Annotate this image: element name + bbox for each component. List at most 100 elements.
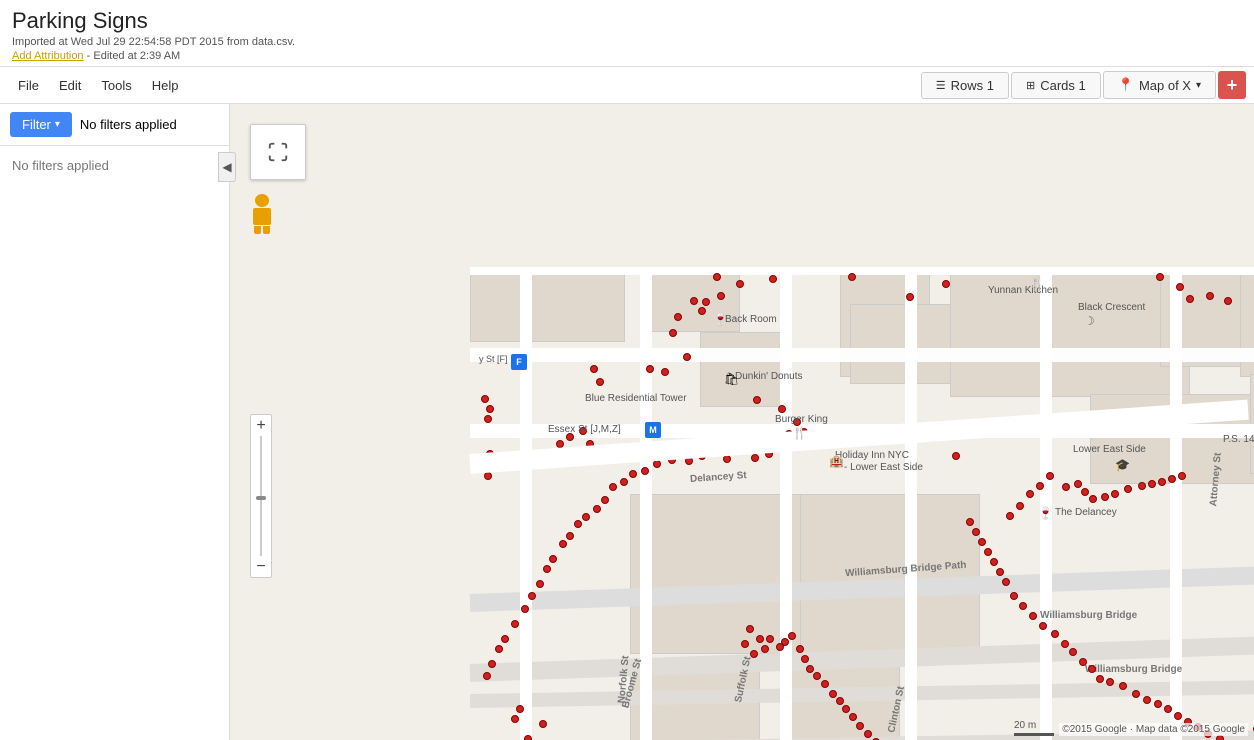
parking-sign-marker[interactable]: [501, 635, 509, 643]
parking-sign-marker[interactable]: [1046, 472, 1054, 480]
parking-sign-marker[interactable]: [1224, 297, 1232, 305]
pegman[interactable]: [250, 194, 274, 234]
parking-sign-marker[interactable]: [1006, 512, 1014, 520]
parking-sign-marker[interactable]: [1154, 700, 1162, 708]
parking-sign-marker[interactable]: [848, 273, 856, 281]
collapse-sidebar-button[interactable]: ◀: [218, 152, 236, 182]
parking-sign-marker[interactable]: [1174, 712, 1182, 720]
parking-sign-marker[interactable]: [609, 483, 617, 491]
parking-sign-marker[interactable]: [1176, 283, 1184, 291]
parking-sign-marker[interactable]: [778, 405, 786, 413]
parking-sign-marker[interactable]: [984, 548, 992, 556]
parking-sign-marker[interactable]: [1132, 690, 1140, 698]
parking-sign-marker[interactable]: [1178, 472, 1186, 480]
parking-sign-marker[interactable]: [952, 452, 960, 460]
parking-sign-marker[interactable]: [484, 472, 492, 480]
parking-sign-marker[interactable]: [483, 672, 491, 680]
parking-sign-marker[interactable]: [559, 540, 567, 548]
parking-sign-marker[interactable]: [674, 313, 682, 321]
parking-sign-marker[interactable]: [821, 680, 829, 688]
parking-sign-marker[interactable]: [511, 620, 519, 628]
parking-sign-marker[interactable]: [766, 635, 774, 643]
parking-sign-marker[interactable]: [1138, 482, 1146, 490]
parking-sign-marker[interactable]: [481, 395, 489, 403]
parking-sign-marker[interactable]: [702, 298, 710, 306]
parking-sign-marker[interactable]: [736, 280, 744, 288]
parking-sign-marker[interactable]: [593, 505, 601, 513]
parking-sign-marker[interactable]: [690, 297, 698, 305]
parking-sign-marker[interactable]: [1081, 488, 1089, 496]
tab-rows[interactable]: ☰ Rows 1: [921, 72, 1009, 99]
parking-sign-marker[interactable]: [1119, 682, 1127, 690]
parking-sign-marker[interactable]: [801, 655, 809, 663]
parking-sign-marker[interactable]: [1156, 273, 1164, 281]
add-attribution-link[interactable]: Add Attribution: [12, 50, 84, 62]
parking-sign-marker[interactable]: [1106, 678, 1114, 686]
parking-sign-marker[interactable]: [1074, 480, 1082, 488]
parking-sign-marker[interactable]: [539, 720, 547, 728]
parking-sign-marker[interactable]: [582, 513, 590, 521]
menu-file[interactable]: File: [8, 74, 49, 97]
parking-sign-marker[interactable]: [1010, 592, 1018, 600]
parking-sign-marker[interactable]: [751, 454, 759, 462]
parking-sign-marker[interactable]: [966, 518, 974, 526]
parking-sign-marker[interactable]: [1069, 648, 1077, 656]
parking-sign-marker[interactable]: [842, 705, 850, 713]
parking-sign-marker[interactable]: [1039, 622, 1047, 630]
parking-sign-marker[interactable]: [761, 645, 769, 653]
parking-sign-marker[interactable]: [713, 273, 721, 281]
parking-sign-marker[interactable]: [1124, 485, 1132, 493]
parking-sign-marker[interactable]: [620, 478, 628, 486]
parking-sign-marker[interactable]: [1019, 602, 1027, 610]
parking-sign-marker[interactable]: [486, 405, 494, 413]
zoom-in-button[interactable]: +: [250, 414, 272, 436]
parking-sign-marker[interactable]: [484, 415, 492, 423]
parking-sign-marker[interactable]: [516, 705, 524, 713]
parking-sign-marker[interactable]: [1016, 502, 1024, 510]
parking-sign-marker[interactable]: [661, 368, 669, 376]
parking-sign-marker[interactable]: [543, 565, 551, 573]
parking-sign-marker[interactable]: [769, 275, 777, 283]
tab-cards[interactable]: ⊞ Cards 1: [1011, 72, 1101, 99]
parking-sign-marker[interactable]: [788, 632, 796, 640]
parking-sign-marker[interactable]: [781, 638, 789, 646]
parking-sign-marker[interactable]: [1088, 665, 1096, 673]
parking-sign-marker[interactable]: [1148, 480, 1156, 488]
parking-sign-marker[interactable]: [536, 580, 544, 588]
fullscreen-button[interactable]: [250, 124, 306, 180]
parking-sign-marker[interactable]: [1206, 292, 1214, 300]
parking-sign-marker[interactable]: [549, 555, 557, 563]
parking-sign-marker[interactable]: [1101, 493, 1109, 501]
parking-sign-marker[interactable]: [1089, 495, 1097, 503]
parking-sign-marker[interactable]: [1111, 490, 1119, 498]
parking-sign-marker[interactable]: [864, 730, 872, 738]
menu-help[interactable]: Help: [142, 74, 189, 97]
parking-sign-marker[interactable]: [653, 460, 661, 468]
parking-sign-marker[interactable]: [990, 558, 998, 566]
parking-sign-marker[interactable]: [836, 697, 844, 705]
parking-sign-marker[interactable]: [1096, 675, 1104, 683]
parking-sign-marker[interactable]: [829, 690, 837, 698]
parking-sign-marker[interactable]: [1036, 482, 1044, 490]
parking-sign-marker[interactable]: [521, 605, 529, 613]
parking-sign-marker[interactable]: [1029, 612, 1037, 620]
add-view-button[interactable]: +: [1218, 71, 1246, 99]
parking-sign-marker[interactable]: [741, 640, 749, 648]
parking-sign-marker[interactable]: [996, 568, 1004, 576]
parking-sign-marker[interactable]: [1158, 478, 1166, 486]
parking-sign-marker[interactable]: [1143, 696, 1151, 704]
parking-sign-marker[interactable]: [590, 365, 598, 373]
parking-sign-marker[interactable]: [906, 293, 914, 301]
zoom-slider-track[interactable]: [250, 436, 272, 556]
parking-sign-marker[interactable]: [796, 645, 804, 653]
parking-sign-marker[interactable]: [669, 329, 677, 337]
parking-sign-marker[interactable]: [849, 713, 857, 721]
parking-sign-marker[interactable]: [488, 660, 496, 668]
parking-sign-marker[interactable]: [641, 467, 649, 475]
parking-sign-marker[interactable]: [942, 280, 950, 288]
parking-sign-marker[interactable]: [1164, 705, 1172, 713]
parking-sign-marker[interactable]: [1051, 630, 1059, 638]
menu-edit[interactable]: Edit: [49, 74, 91, 97]
parking-sign-marker[interactable]: [1002, 578, 1010, 586]
parking-sign-marker[interactable]: [813, 672, 821, 680]
